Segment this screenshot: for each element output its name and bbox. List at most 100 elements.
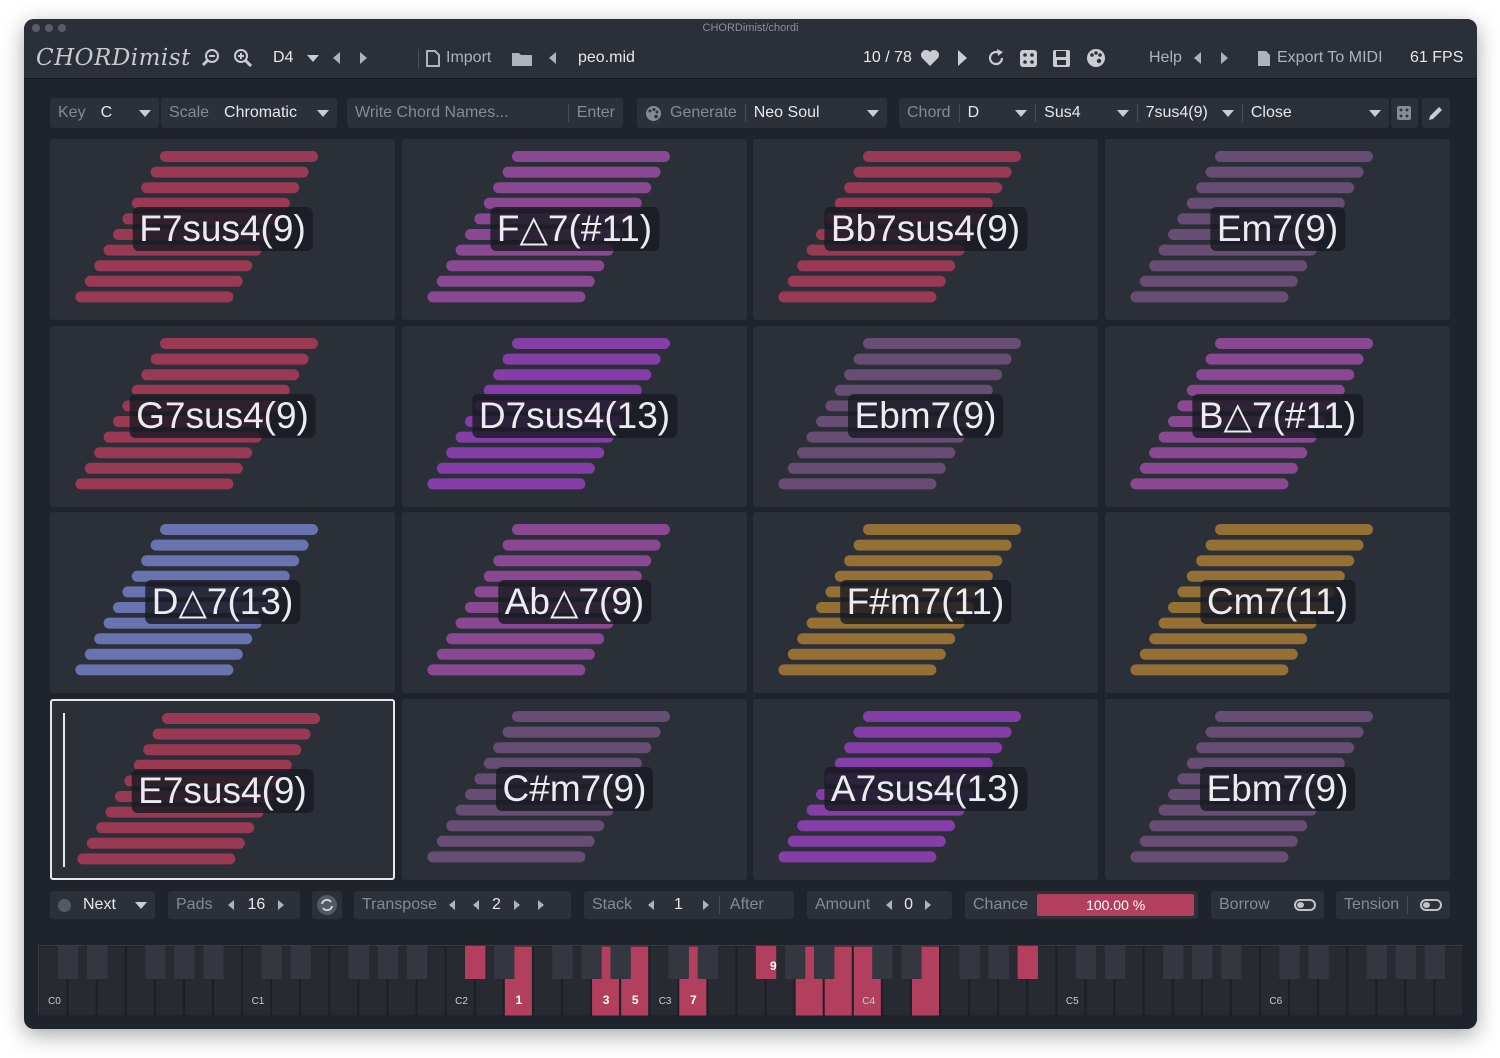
after-toggle[interactable]: After (730, 896, 764, 914)
black-key[interactable] (1017, 946, 1038, 979)
black-key[interactable] (1104, 946, 1126, 979)
pads-stepper[interactable]: Pads 16 (168, 891, 300, 919)
chord-pad[interactable]: Em7(9) (1105, 139, 1450, 320)
cycle-button[interactable] (312, 891, 342, 919)
black-key[interactable] (1366, 946, 1387, 979)
black-key[interactable] (1192, 946, 1213, 979)
black-key[interactable] (465, 946, 486, 979)
import-button[interactable]: Import (426, 37, 491, 79)
piano-keyboard[interactable]: C0 C1 C2 C3 C4 C5 C6 1 3 5 7 9 (38, 945, 1464, 1016)
generate-button[interactable]: Generate (670, 104, 737, 122)
chevron-down-icon[interactable] (1015, 109, 1028, 117)
black-key[interactable] (959, 946, 980, 979)
chord-pad[interactable]: Ab△7(9) (402, 512, 747, 693)
decrement-icon[interactable] (648, 900, 655, 910)
black-key[interactable] (494, 946, 515, 979)
black-key[interactable] (1163, 946, 1184, 979)
black-key[interactable] (290, 946, 311, 979)
chord-pad[interactable]: D7sus4(13) (402, 326, 747, 507)
black-key[interactable] (406, 946, 428, 979)
borrow-toggle[interactable]: Borrow (1211, 891, 1324, 919)
enter-button[interactable]: Enter (577, 104, 615, 122)
black-key[interactable] (581, 946, 602, 979)
chord-pad[interactable]: F#m7(11) (753, 512, 1098, 693)
decrement-icon[interactable] (886, 900, 893, 910)
chord-pad[interactable]: F△7(#11) (402, 139, 747, 320)
black-key[interactable] (784, 946, 806, 979)
decrement-icon[interactable] (473, 900, 479, 910)
export-midi-button[interactable]: Export To MIDI (1257, 37, 1383, 79)
black-key[interactable] (1221, 946, 1242, 979)
black-key[interactable] (610, 946, 631, 979)
black-key[interactable] (261, 946, 282, 979)
octave-next-button[interactable] (360, 37, 367, 79)
chord-pad[interactable]: A7sus4(13) (753, 699, 1098, 880)
chance-track[interactable]: 100.00 % (1037, 894, 1195, 916)
black-key[interactable] (1308, 946, 1329, 979)
chord-pad[interactable]: G7sus4(9) (50, 326, 395, 507)
stack-stepper[interactable]: Stack 1 After (584, 891, 794, 919)
zoom-in-button[interactable] (233, 37, 253, 79)
black-key[interactable] (552, 946, 573, 979)
black-key[interactable] (988, 946, 1009, 979)
play-button[interactable] (958, 37, 967, 79)
decrement-octave-icon[interactable] (449, 900, 455, 910)
zoom-out-button[interactable] (201, 37, 221, 79)
octave-prev-button[interactable] (333, 37, 340, 79)
randomize-button[interactable] (1019, 37, 1038, 79)
close-window-button[interactable] (32, 24, 40, 32)
black-key[interactable] (1279, 946, 1300, 979)
file-prev-button[interactable] (549, 37, 556, 79)
help-prev-button[interactable] (1194, 37, 1201, 79)
help-button[interactable]: Help (1149, 37, 1182, 79)
chord-pad[interactable]: Bb7sus4(9) (753, 139, 1098, 320)
chevron-down-icon[interactable] (1369, 109, 1381, 117)
chord-pad[interactable]: F7sus4(9) (50, 139, 395, 320)
chevron-down-icon[interactable] (1116, 109, 1129, 117)
black-key[interactable] (668, 946, 689, 979)
octave-select[interactable]: D4 (273, 37, 320, 79)
black-key[interactable] (86, 946, 108, 979)
increment-icon[interactable] (278, 900, 285, 910)
black-key[interactable] (901, 946, 922, 979)
chord-type-select[interactable]: Sus4 (1044, 104, 1080, 122)
chord-pad[interactable]: B△7(#11) (1105, 326, 1450, 507)
chevron-down-icon[interactable] (1221, 109, 1234, 117)
chord-pad[interactable]: E7sus4(9) (50, 699, 395, 880)
help-next-button[interactable] (1221, 37, 1228, 79)
refresh-button[interactable] (986, 37, 1006, 79)
black-key[interactable] (1424, 946, 1446, 979)
amount-stepper[interactable]: Amount 0 (807, 891, 952, 919)
increment-icon[interactable] (513, 900, 520, 910)
black-key[interactable] (814, 946, 835, 979)
play-mode-select[interactable]: Next (50, 891, 155, 919)
increment-icon[interactable] (925, 900, 932, 910)
chord-root-select[interactable]: D (968, 104, 980, 122)
style-select[interactable]: Neo Soul (754, 104, 820, 122)
transpose-stepper[interactable]: Transpose 2 (354, 891, 571, 919)
black-key[interactable] (377, 946, 399, 979)
black-key[interactable] (348, 946, 370, 979)
chord-pad[interactable]: Ebm7(9) (1105, 699, 1450, 880)
chord-extension-select[interactable]: 7sus4(9) (1146, 104, 1208, 122)
black-key[interactable] (174, 946, 195, 979)
minimize-window-button[interactable] (45, 24, 53, 32)
increment-octave-icon[interactable] (537, 900, 544, 910)
edit-button[interactable] (1422, 98, 1450, 128)
chord-pad[interactable]: D△7(13) (50, 512, 395, 693)
chord-pad[interactable]: Ebm7(9) (753, 326, 1098, 507)
save-button[interactable] (1052, 37, 1071, 79)
chord-pad[interactable]: Cm7(11) (1105, 512, 1450, 693)
black-key[interactable] (1075, 946, 1097, 979)
chance-slider[interactable]: Chance 100.00 % (965, 891, 1198, 919)
black-key[interactable] (145, 946, 166, 979)
increment-icon[interactable] (702, 900, 709, 910)
generate-control[interactable]: Generate Neo Soul (637, 98, 887, 128)
chord-pad[interactable]: C#m7(9) (402, 699, 747, 880)
chord-names-input[interactable]: Write Chord Names... Enter (347, 98, 623, 128)
open-folder-button[interactable] (511, 37, 533, 79)
random-chord-button[interactable] (1391, 98, 1418, 128)
black-key[interactable] (697, 946, 719, 979)
decrement-icon[interactable] (228, 900, 235, 910)
scale-select[interactable]: Scale Chromatic (161, 98, 337, 128)
